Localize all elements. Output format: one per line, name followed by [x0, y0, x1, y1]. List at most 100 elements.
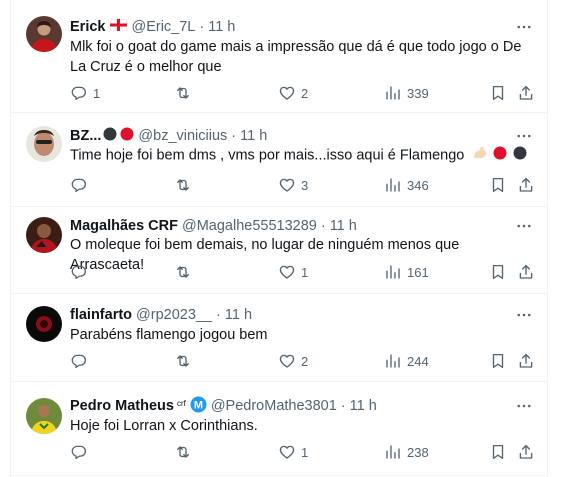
avatar[interactable] [26, 126, 62, 162]
view-count: 346 [407, 177, 429, 193]
reply-button[interactable] [70, 262, 88, 282]
share-button[interactable] [517, 262, 535, 282]
user-handle[interactable]: @PedroMathe3801 [211, 398, 337, 414]
user-handle[interactable]: @bz_viniciius [138, 128, 227, 144]
avatar[interactable] [26, 306, 62, 342]
avatar[interactable] [26, 217, 62, 253]
like-icon [278, 176, 296, 194]
bookmark-icon [489, 352, 507, 370]
view-count: 244 [407, 353, 429, 369]
tweet[interactable]: BZ... @bz_viniciius · 11 h Time hoje foi… [11, 113, 547, 207]
retweet-icon [174, 84, 192, 102]
retweet-button[interactable] [174, 83, 192, 103]
separator-dot: · [320, 218, 326, 234]
retweet-button[interactable] [174, 442, 192, 462]
retweet-button[interactable] [174, 262, 192, 282]
reply-button[interactable] [70, 442, 88, 462]
retweet-icon [174, 443, 192, 461]
timestamp[interactable]: 11 h [330, 218, 357, 234]
like-count: 1 [301, 444, 309, 460]
like-count: 2 [301, 353, 309, 369]
view-count: 161 [407, 264, 429, 280]
tweet-actions: 1 238 [70, 442, 531, 462]
tweet-header: flainfarto @rp2023__ · 11 h [70, 306, 511, 324]
more-icon [515, 18, 533, 36]
reply-button[interactable] [70, 175, 88, 195]
user-handle[interactable]: @Eric_7L [131, 19, 195, 35]
share-icon [517, 352, 535, 370]
more-options-button[interactable] [515, 397, 533, 415]
user-handle[interactable]: @rp2023__ [136, 307, 212, 323]
views-button[interactable]: 244 [384, 351, 429, 371]
share-icon [517, 263, 535, 281]
more-options-button[interactable] [515, 306, 533, 324]
avatar[interactable] [26, 398, 62, 434]
tweet[interactable]: Magalhães CRF @Magalhe55513289 · 11 h O … [11, 207, 547, 294]
reply-count: 1 [93, 85, 101, 101]
share-icon [517, 84, 535, 102]
avatar[interactable] [26, 16, 62, 52]
display-name[interactable]: flainfarto [70, 307, 132, 323]
views-button[interactable]: 238 [384, 442, 429, 462]
bookmark-button[interactable] [489, 83, 507, 103]
bookmark-icon [489, 84, 507, 102]
red-circle-emoji [120, 127, 134, 145]
like-button[interactable]: 2 [278, 83, 308, 103]
like-icon [278, 443, 296, 461]
retweet-icon [174, 352, 192, 370]
share-icon [517, 176, 535, 194]
tweet[interactable]: flainfarto @rp2023__ · 11 h Parabéns fla… [11, 294, 547, 382]
tweet-header: Erick @Eric_7L · 11 h [70, 18, 511, 36]
flexed-biceps-emoji [472, 145, 487, 166]
retweet-icon [174, 176, 192, 194]
display-name[interactable]: Pedro Matheus [70, 398, 174, 414]
more-icon [515, 127, 533, 145]
timestamp[interactable]: 11 h [208, 19, 235, 35]
reply-button[interactable] [70, 351, 88, 371]
like-icon [278, 352, 296, 370]
share-button[interactable] [517, 442, 535, 462]
separator-dot: · [199, 19, 205, 35]
like-button[interactable]: 2 [278, 351, 308, 371]
bookmark-button[interactable] [489, 351, 507, 371]
like-icon [278, 84, 296, 102]
more-options-button[interactable] [515, 18, 533, 36]
like-button[interactable]: 3 [278, 175, 308, 195]
timestamp[interactable]: 11 h [240, 128, 267, 144]
more-options-button[interactable] [515, 217, 533, 235]
share-button[interactable] [517, 175, 535, 195]
retweet-icon [174, 263, 192, 281]
views-button[interactable]: 346 [384, 175, 429, 195]
display-name[interactable]: Erick [70, 19, 105, 35]
bookmark-button[interactable] [489, 262, 507, 282]
like-count: 3 [301, 177, 309, 193]
reply-icon [70, 176, 88, 194]
bookmark-icon [489, 443, 507, 461]
share-button[interactable] [517, 83, 535, 103]
share-button[interactable] [517, 351, 535, 371]
user-handle[interactable]: @Magalhe55513289 [182, 218, 317, 234]
tweet-text-content: Time hoje foi bem dms , vms por mais...i… [70, 147, 465, 164]
views-icon [384, 176, 402, 194]
tweet-actions: 1 2 339 [70, 83, 531, 103]
tweet-header: BZ... @bz_viniciius · 11 h [70, 127, 511, 145]
retweet-button[interactable] [174, 351, 192, 371]
bookmark-button[interactable] [489, 175, 507, 195]
display-name[interactable]: BZ... [70, 128, 101, 144]
tweet[interactable]: Pedro Matheus crf M @PedroMathe3801 · 11… [11, 382, 547, 476]
reply-icon [70, 443, 88, 461]
like-button[interactable]: 1 [278, 262, 308, 282]
more-options-button[interactable] [515, 127, 533, 145]
views-button[interactable]: 339 [384, 83, 429, 103]
reply-button[interactable]: 1 [70, 83, 100, 103]
svg-text:M: M [194, 399, 203, 411]
like-button[interactable]: 1 [278, 442, 308, 462]
retweet-button[interactable] [174, 175, 192, 195]
timestamp[interactable]: 11 h [225, 307, 252, 323]
m-badge-icon: M [190, 396, 207, 417]
views-button[interactable]: 161 [384, 262, 429, 282]
display-name[interactable]: Magalhães CRF [70, 218, 178, 234]
timestamp[interactable]: 11 h [350, 398, 377, 414]
bookmark-button[interactable] [489, 442, 507, 462]
tweet[interactable]: Erick @Eric_7L · 11 h Mlk foi o goat do … [11, 0, 547, 113]
